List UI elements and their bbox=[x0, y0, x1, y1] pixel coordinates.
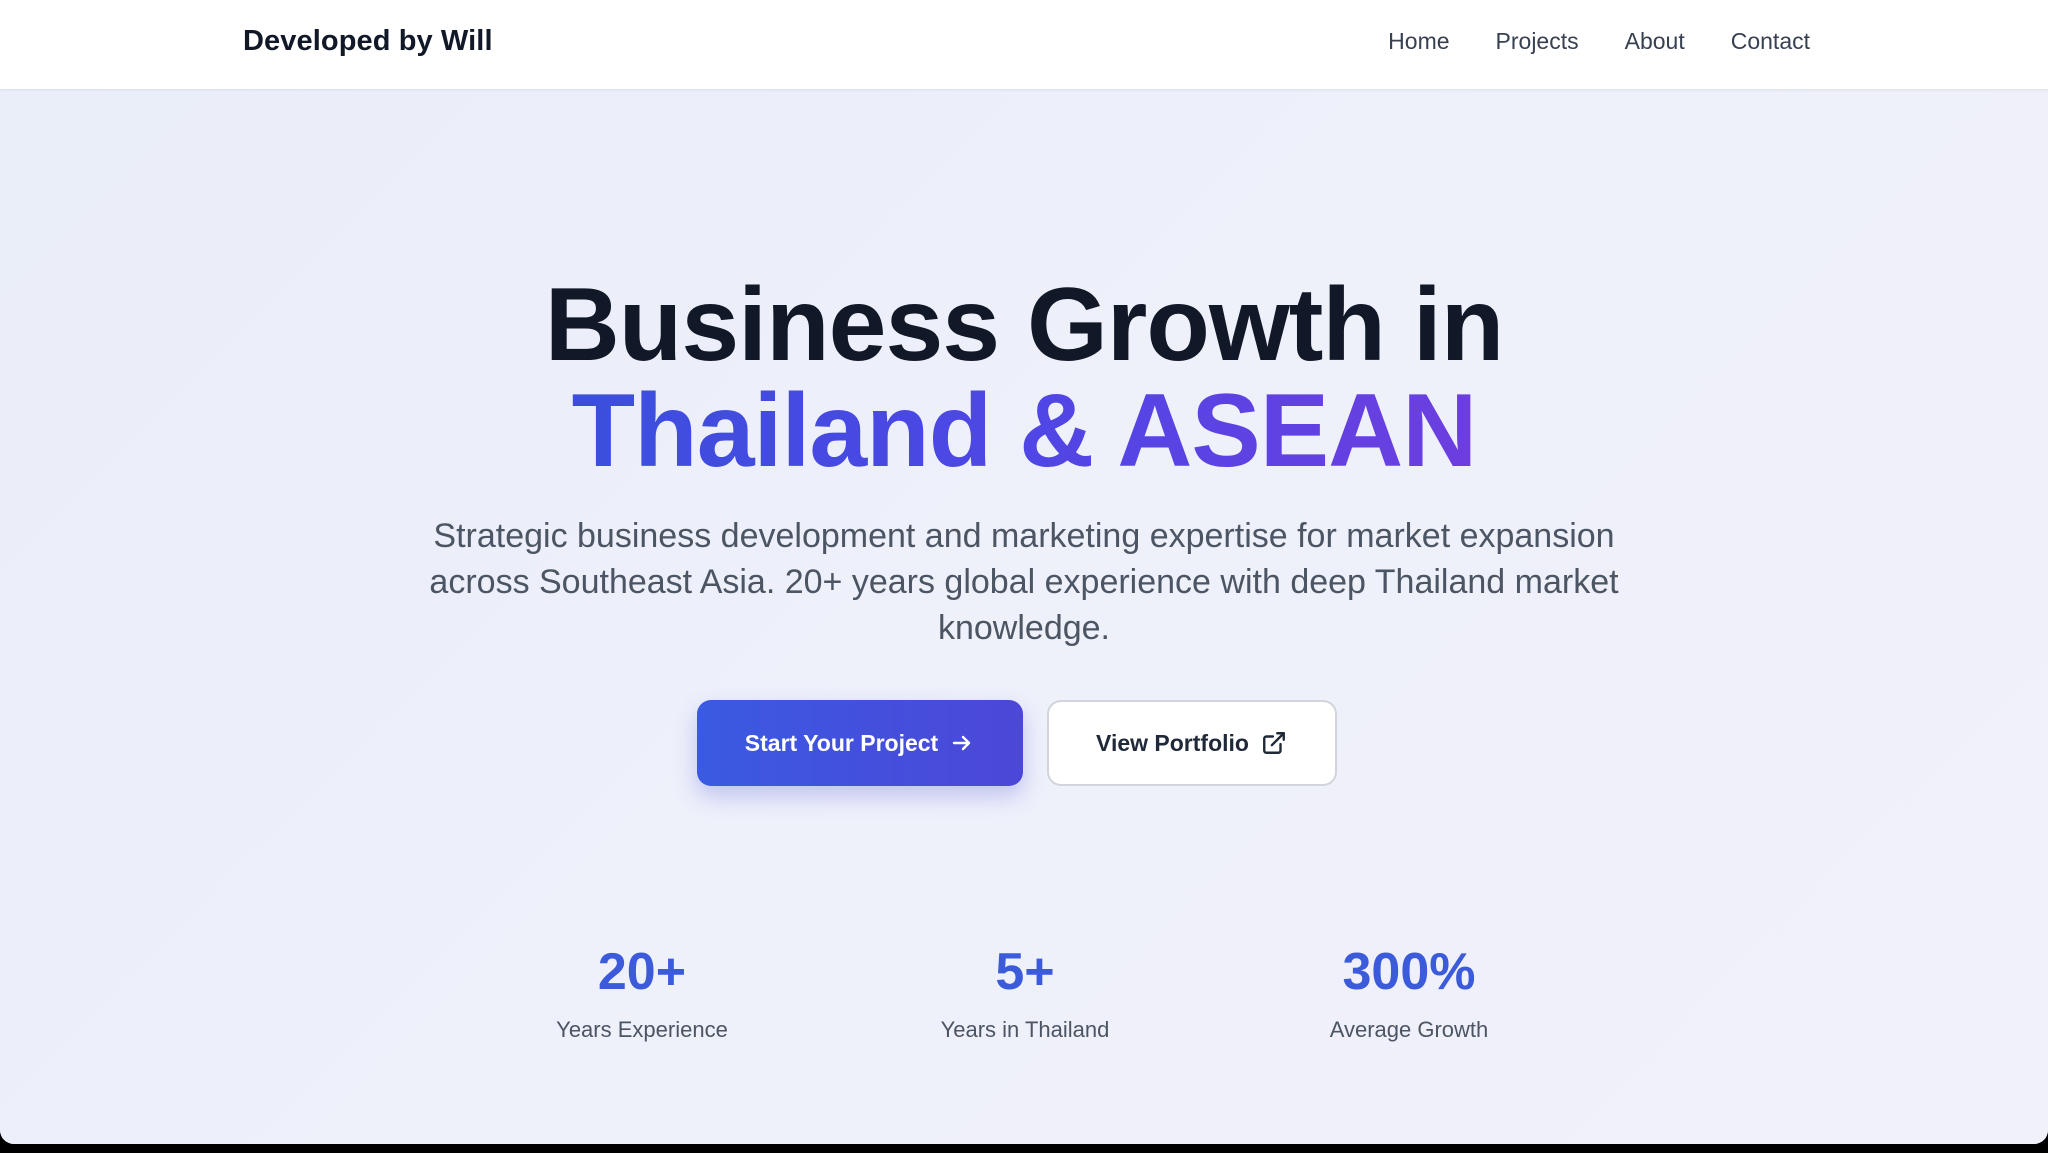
stat-value: 300% bbox=[1342, 943, 1476, 1001]
nav-about-link[interactable]: About bbox=[1625, 28, 1685, 55]
hero-subtitle: Strategic business development and marke… bbox=[429, 517, 1619, 647]
main-nav: Home Projects About Contact bbox=[1388, 28, 1810, 55]
hero-title: Business Growth in Thailand & ASEAN bbox=[0, 272, 2048, 484]
start-project-button[interactable]: Start Your Project bbox=[696, 700, 1023, 786]
nav-home-link[interactable]: Home bbox=[1388, 28, 1449, 55]
view-portfolio-button[interactable]: View Portfolio bbox=[1046, 700, 1337, 786]
stat-years-thailand: 5+ Years in Thailand bbox=[865, 941, 1185, 1043]
hero-section: Business Growth in Thailand & ASEAN Stra… bbox=[0, 89, 2048, 1144]
nav-projects-link[interactable]: Projects bbox=[1496, 28, 1579, 55]
hero-title-line2: Thailand & ASEAN bbox=[571, 373, 1478, 489]
external-link-icon bbox=[1261, 730, 1287, 756]
stat-years-experience: 20+ Years Experience bbox=[482, 941, 802, 1043]
stat-average-growth: 300% Average Growth bbox=[1249, 941, 1569, 1043]
view-portfolio-label: View Portfolio bbox=[1096, 729, 1249, 756]
brand-logo[interactable]: Developed by Will bbox=[243, 25, 493, 58]
hero-title-line1: Business Growth in bbox=[544, 267, 1505, 383]
top-navbar: Developed by Will Home Projects About Co… bbox=[0, 0, 2048, 89]
start-project-label: Start Your Project bbox=[744, 729, 939, 756]
stat-value: 5+ bbox=[995, 943, 1055, 1001]
stat-value: 20+ bbox=[597, 943, 687, 1001]
page: Developed by Will Home Projects About Co… bbox=[0, 0, 2048, 1144]
stat-label: Years in Thailand bbox=[940, 1017, 1110, 1042]
stat-label: Average Growth bbox=[1329, 1017, 1489, 1042]
stat-label: Years Experience bbox=[556, 1017, 728, 1042]
nav-contact-link[interactable]: Contact bbox=[1731, 28, 1810, 55]
hero-buttons: Start Your Project View Portfolio bbox=[0, 700, 2048, 786]
arrow-right-icon bbox=[950, 731, 974, 755]
